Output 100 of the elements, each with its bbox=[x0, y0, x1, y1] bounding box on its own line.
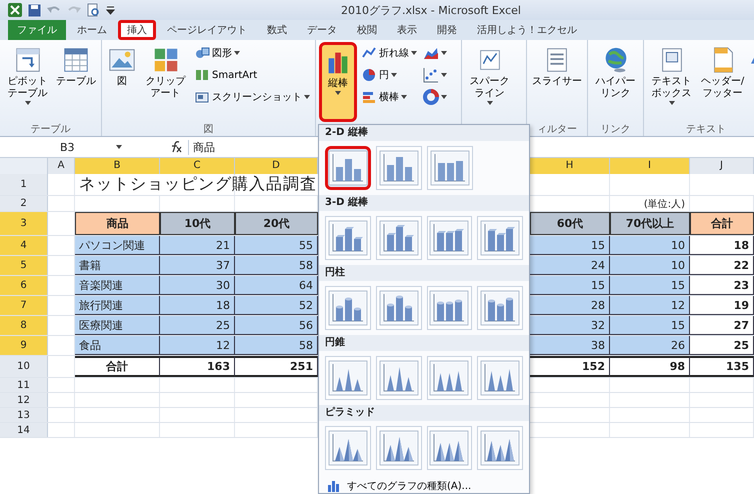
ribbon-button[interactable]: スライサー bbox=[530, 42, 584, 122]
row-header[interactable]: 4 bbox=[0, 236, 48, 255]
ribbon-button[interactable]: 図形 bbox=[192, 44, 312, 62]
ribbon-tab[interactable]: ページレイアウト bbox=[158, 20, 256, 40]
table-cell: 58 bbox=[235, 336, 318, 355]
row-header[interactable]: 9 bbox=[0, 336, 48, 355]
group-label: 図 bbox=[204, 124, 214, 135]
ribbon-button[interactable]: スパークライン bbox=[465, 42, 514, 122]
table-cell: 19 bbox=[690, 296, 754, 315]
column-header[interactable]: B bbox=[75, 158, 160, 174]
caret-icon[interactable] bbox=[116, 145, 122, 149]
row-header[interactable]: 11 bbox=[0, 378, 48, 392]
table-cell: 18 bbox=[160, 296, 235, 315]
ribbon-button[interactable]: ピボットテーブル bbox=[3, 42, 52, 122]
table-cell: 21 bbox=[160, 236, 235, 255]
customize-dropdown-icon[interactable] bbox=[106, 5, 115, 15]
excel-logo-icon[interactable] bbox=[8, 3, 22, 17]
ribbon-tab[interactable]: 活用しよう！エクセル bbox=[468, 20, 586, 40]
ribbon-tab[interactable]: ホーム bbox=[68, 20, 116, 40]
scatter-chart-icon bbox=[423, 67, 439, 83]
table-cell: 25 bbox=[690, 336, 754, 355]
save-icon[interactable] bbox=[28, 4, 41, 16]
all-chart-types-link[interactable]: すべてのグラフの種類(A)... bbox=[319, 475, 480, 494]
ribbon-button[interactable]: ヘッダー/フッター bbox=[698, 42, 747, 122]
ribbon-button[interactable]: クリップアート bbox=[141, 42, 190, 122]
ribbon-button[interactable]: テーブル bbox=[54, 42, 98, 122]
pie-chart-icon bbox=[361, 67, 377, 83]
ribbon-tab[interactable]: 表示 bbox=[388, 20, 426, 40]
column-header[interactable]: C bbox=[160, 158, 235, 174]
section-heading: 2-D 縦棒 bbox=[319, 125, 529, 141]
ribbon-button[interactable] bbox=[421, 66, 449, 84]
column-heading: 70代以上 bbox=[610, 212, 690, 235]
ribbon-button[interactable]: スクリーンショット bbox=[192, 88, 312, 106]
sheet-title: ネットショッピング購入品調査 bbox=[79, 174, 317, 195]
row-header[interactable]: 6 bbox=[0, 276, 48, 295]
table-cell: 音楽関連 bbox=[75, 276, 160, 295]
row-header[interactable]: 13 bbox=[0, 408, 48, 422]
row-header[interactable]: 1 bbox=[0, 174, 48, 195]
group-label: テキスト bbox=[686, 124, 726, 135]
table-cell: 15 bbox=[610, 316, 690, 335]
ribbon-button[interactable]: SmartArt bbox=[192, 66, 312, 84]
chart-type-option[interactable] bbox=[325, 146, 371, 190]
ribbon-tab[interactable]: データ bbox=[298, 20, 346, 40]
unit-note: (単位:人) bbox=[610, 196, 690, 211]
row-header[interactable]: 14 bbox=[0, 423, 48, 437]
section-heading: 円錐 bbox=[319, 335, 529, 351]
ribbon-button[interactable]: 図 bbox=[105, 42, 139, 122]
table-cell: 56 bbox=[235, 316, 318, 335]
table-cell: 合計 bbox=[75, 356, 160, 377]
ribbon-tab[interactable]: 校閲 bbox=[348, 20, 386, 40]
table-cell: 22 bbox=[690, 256, 754, 275]
table-cell: 27 bbox=[690, 316, 754, 335]
table-cell: 25 bbox=[160, 316, 235, 335]
column-heading: 20代 bbox=[235, 212, 318, 235]
name-box[interactable]: B3 bbox=[0, 140, 110, 154]
ribbon-button[interactable]: 円 bbox=[359, 66, 419, 84]
row-header[interactable]: 5 bbox=[0, 256, 48, 275]
table-cell: 152 bbox=[530, 356, 610, 377]
table-cell: 37 bbox=[160, 256, 235, 275]
table-cell: 32 bbox=[530, 316, 610, 335]
ribbon-button[interactable]: ハイパーリンク bbox=[591, 42, 640, 122]
row-header[interactable]: 12 bbox=[0, 393, 48, 407]
ribbon-tab[interactable]: ファイル bbox=[8, 20, 66, 40]
table-cell: 26 bbox=[610, 336, 690, 355]
table-cell: 15 bbox=[530, 276, 610, 295]
group-label: テーブル bbox=[30, 124, 70, 135]
column-header[interactable]: H bbox=[530, 158, 610, 174]
row-header[interactable]: 8 bbox=[0, 316, 48, 335]
ribbon-tab[interactable]: 数式 bbox=[258, 20, 296, 40]
column-header[interactable]: D bbox=[235, 158, 318, 174]
section-heading: 円柱 bbox=[319, 265, 529, 281]
smartart-icon bbox=[194, 67, 210, 83]
table-cell: 18 bbox=[690, 236, 754, 255]
column-chart-icon bbox=[327, 480, 341, 492]
column-header[interactable]: A bbox=[48, 158, 75, 174]
ribbon-button[interactable]: テキストボックス bbox=[647, 42, 696, 122]
table-cell: 食品 bbox=[75, 336, 160, 355]
column-header[interactable]: J bbox=[690, 158, 754, 174]
row-header[interactable]: 7 bbox=[0, 296, 48, 315]
ribbon-button[interactable]: 横棒 bbox=[359, 88, 419, 106]
column-header[interactable]: I bbox=[610, 158, 690, 174]
table-cell: 旅行関連 bbox=[75, 296, 160, 315]
table-cell: 163 bbox=[160, 356, 235, 377]
table-cell: 135 bbox=[690, 356, 754, 377]
table-cell: 15 bbox=[610, 276, 690, 295]
section-heading: ピラミッド bbox=[319, 405, 529, 421]
row-header[interactable]: 2 bbox=[0, 196, 48, 211]
ribbon-tab[interactable]: 挿入 bbox=[118, 20, 156, 40]
row-header[interactable]: 3 bbox=[0, 212, 48, 235]
ribbon-button[interactable]: 縦棒 bbox=[319, 42, 357, 122]
table-cell: 251 bbox=[235, 356, 318, 377]
column-heading: 合計 bbox=[690, 212, 754, 235]
table-cell: 98 bbox=[610, 356, 690, 377]
table-cell: パソコン関連 bbox=[75, 236, 160, 255]
table-cell: 28 bbox=[530, 296, 610, 315]
ribbon-button[interactable]: 折れ線 bbox=[359, 44, 419, 62]
row-header[interactable]: 10 bbox=[0, 356, 48, 377]
ribbon-tab[interactable]: 開発 bbox=[428, 20, 466, 40]
ribbon-button[interactable] bbox=[421, 88, 449, 106]
print-preview-icon[interactable] bbox=[87, 3, 100, 17]
